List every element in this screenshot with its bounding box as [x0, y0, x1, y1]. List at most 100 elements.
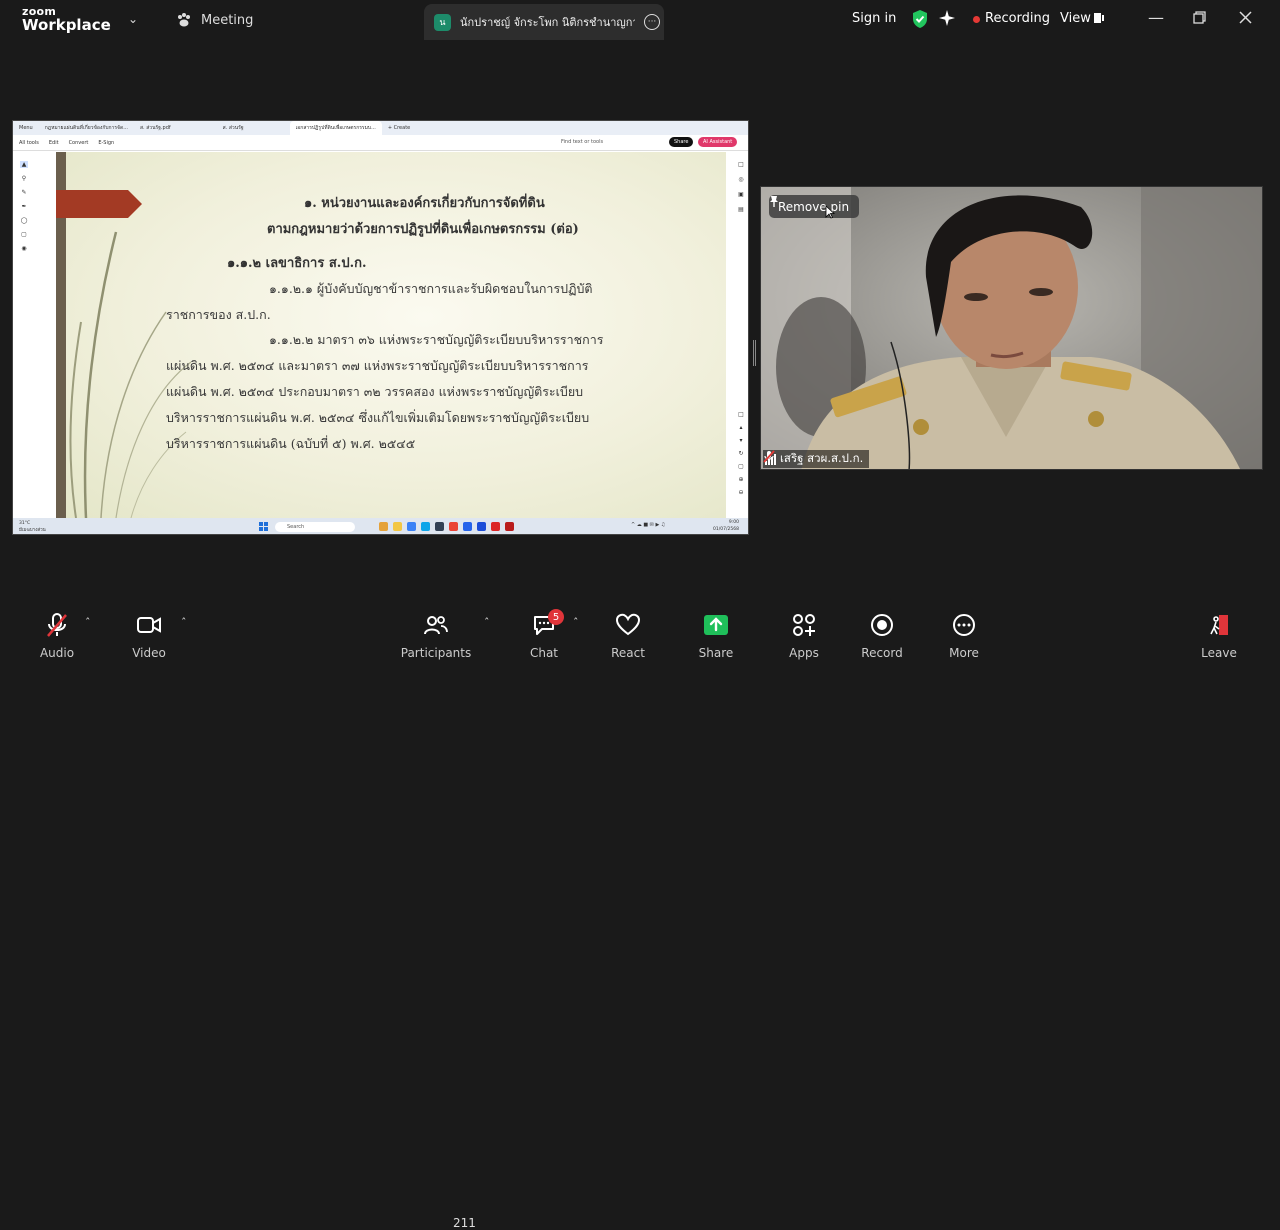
taskbar-app-icon[interactable]: [379, 522, 388, 531]
meeting-tab[interactable]: Meeting: [176, 12, 253, 28]
meeting-tab-label: Meeting: [201, 12, 254, 28]
taskbar-app-icon[interactable]: [393, 522, 402, 531]
meeting-paw-icon: [178, 13, 190, 27]
audio-options-chevron-up-icon[interactable]: ˆ: [85, 616, 91, 629]
taskbar-search[interactable]: Search: [275, 522, 355, 532]
close-window-icon[interactable]: [1239, 11, 1252, 24]
tab-more-icon[interactable]: ···: [644, 14, 660, 30]
browser-tab[interactable]: ส. ส่วนรัฐ: [217, 121, 250, 135]
chat-button[interactable]: Chat: [504, 612, 584, 660]
apps-grid-icon: [793, 614, 815, 636]
pages-icon[interactable]: ▣: [738, 191, 744, 198]
taskbar-app-icon[interactable]: [435, 522, 444, 531]
more-label: More: [949, 646, 979, 660]
app-menu-chevron-down-icon[interactable]: ⌄: [128, 12, 138, 26]
lasso-icon[interactable]: ◯: [21, 217, 28, 224]
taskbar-pinned-apps: [379, 522, 514, 531]
zoom-workplace-logo: zoom Workplace: [22, 6, 111, 33]
share-screen-button[interactable]: Share: [676, 612, 756, 660]
chat-unread-badge: 5: [548, 609, 564, 625]
find-text-field[interactable]: Find text or tools: [561, 139, 603, 145]
ai-assistant-button[interactable]: AI Assistant: [698, 137, 738, 147]
browser-new-tab[interactable]: + Create: [382, 121, 416, 135]
taskbar-date: 01/07/2568: [713, 527, 739, 532]
taskbar-app-icon[interactable]: [463, 522, 472, 531]
apps-button[interactable]: Apps: [764, 612, 844, 660]
video-options-chevron-up-icon[interactable]: ˆ: [181, 616, 187, 629]
taskbar-app-icon[interactable]: [407, 522, 416, 531]
toolbar-esign[interactable]: E-Sign: [98, 140, 114, 146]
page-down-icon[interactable]: ▾: [739, 437, 742, 444]
browser-tab[interactable]: ส. ส่วนรัฐ.pdf: [134, 121, 177, 135]
ai-companion-sparkle-icon[interactable]: [938, 9, 956, 27]
zoom-out-icon[interactable]: ⊖: [738, 489, 743, 496]
browser-tab-strip: Menu กฎหมายแผ่นดินที่เกี่ยวข้องกับการจัด…: [13, 121, 748, 135]
taskbar-app-icon[interactable]: [491, 522, 500, 531]
toolbar-edit[interactable]: Edit: [49, 140, 59, 146]
taskbar-system-tray-icons[interactable]: ^ ☁ ■ ✉ ▶ ♫: [631, 522, 665, 528]
minimize-window-icon[interactable]: —: [1148, 8, 1164, 27]
video-camera-icon: [137, 617, 161, 633]
participants-label: Participants: [400, 646, 472, 660]
participants-options-chevron-up-icon[interactable]: ˆ: [484, 616, 490, 629]
restore-window-icon[interactable]: [1193, 11, 1206, 24]
active-tab-title: นักปราชญ์ จักระโพก นิติกรชำนาญการ: [460, 16, 635, 29]
weather-temp: 31°C: [19, 521, 31, 526]
video-label: Video: [132, 646, 166, 660]
split-view-resize-handle[interactable]: [753, 340, 756, 366]
comment-icon[interactable]: □: [738, 161, 744, 168]
rotate-icon[interactable]: ↻: [738, 450, 743, 457]
page-up-icon[interactable]: ▴: [739, 424, 742, 431]
attachments-icon[interactable]: ▤: [738, 206, 744, 213]
recording-indicator[interactable]: Recording: [985, 11, 1050, 26]
taskbar-app-icon[interactable]: [421, 522, 430, 531]
participant-video-tile[interactable]: Remove pin เสริฐ สวผ.ส.ป.ก.: [760, 186, 1263, 470]
record-label: Record: [861, 646, 903, 660]
leave-meeting-button[interactable]: Leave: [1179, 612, 1259, 660]
more-button[interactable]: More: [924, 612, 1004, 660]
fit-page-icon[interactable]: ▢: [738, 463, 744, 470]
tab-avatar-badge: น: [434, 13, 451, 31]
muted-mic-icon: [763, 450, 775, 463]
browser-tab[interactable]: Menu: [13, 121, 39, 135]
remove-pin-button[interactable]: Remove pin: [769, 195, 860, 218]
security-shield-icon[interactable]: [911, 9, 929, 29]
leave-door-icon: [1210, 615, 1228, 635]
participant-count: 211: [453, 1216, 476, 1230]
participants-button[interactable]: Participants: [396, 612, 476, 660]
windows-taskbar: 31°C มีเมฆบางส่วน Search ^ ☁ ■ ✉ ▶ ♫ 9:0…: [13, 518, 748, 534]
toolbar-convert[interactable]: Convert: [69, 140, 89, 146]
shared-screen[interactable]: Menu กฎหมายแผ่นดินที่เกี่ยวข้องกับการจัด…: [12, 120, 749, 535]
view-button[interactable]: View: [1060, 11, 1091, 26]
taskbar-app-icon[interactable]: [449, 522, 458, 531]
stamp-icon[interactable]: ◉: [21, 245, 26, 252]
select-cursor-icon[interactable]: ▲: [19, 161, 29, 168]
video-button[interactable]: Video: [109, 612, 189, 660]
bookmark-icon[interactable]: ◎: [738, 176, 743, 183]
muted-microphone-icon: [47, 613, 67, 637]
text-box-icon[interactable]: ▢: [21, 231, 27, 238]
browser-tab[interactable]: กฎหมายแผ่นดินที่เกี่ยวข้องกับการจัด...: [39, 121, 134, 135]
highlight-icon[interactable]: ✒: [21, 203, 26, 210]
taskbar-app-icon[interactable]: [477, 522, 486, 531]
active-chat-tab[interactable]: น นักปราชญ์ จักระโพก นิติกรชำนาญการ ···: [424, 4, 664, 40]
chat-options-chevron-up-icon[interactable]: ˆ: [573, 616, 579, 629]
pen-icon[interactable]: ✎: [21, 189, 26, 196]
toolbar-all-tools[interactable]: All tools: [19, 140, 39, 146]
apps-label: Apps: [789, 646, 819, 660]
audio-label: Audio: [39, 646, 75, 660]
record-button[interactable]: Record: [842, 612, 922, 660]
slide-body-line: ๑.๑.๒.๒ มาตรา ๓๖ แห่งพระราชบัญญัติระเบีย…: [269, 332, 604, 347]
browser-tab-active[interactable]: เอกสารปฏิรูปที่ดินเพื่อเกษตรกรรมบ...: [289, 121, 382, 135]
taskbar-weather[interactable]: 31°C มีเมฆบางส่วน: [19, 520, 46, 534]
page-number-icon[interactable]: □: [738, 411, 744, 418]
react-button[interactable]: React: [588, 612, 668, 660]
pdf-share-button[interactable]: Share: [669, 137, 694, 147]
taskbar-clock[interactable]: 9:00 01/07/2568: [713, 519, 739, 533]
windows-start-icon[interactable]: [259, 522, 268, 531]
sign-in-button[interactable]: Sign in: [852, 11, 896, 26]
taskbar-app-icon[interactable]: [505, 522, 514, 531]
zoom-in-icon[interactable]: ⊕: [738, 476, 743, 483]
remove-pin-label: Remove pin: [778, 199, 850, 214]
zoom-icon[interactable]: ⚲: [22, 175, 26, 182]
